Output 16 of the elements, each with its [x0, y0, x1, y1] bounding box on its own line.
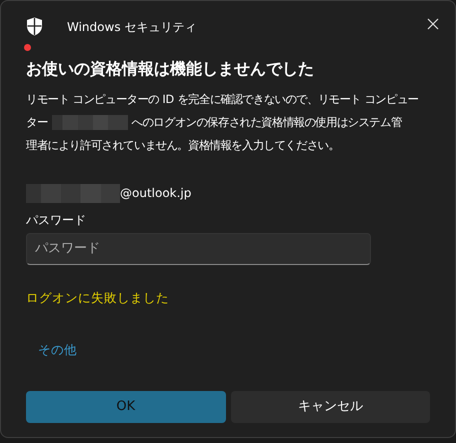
message-text: リモート コンピューターの ID を完全に確認できないので、リモート コンピュー	[26, 92, 418, 106]
error-message: ログオンに失敗しました	[26, 288, 170, 307]
window-title: Windows セキュリティ	[67, 18, 196, 36]
password-field[interactable]: パスワード	[26, 232, 371, 265]
ok-button[interactable]: OK	[26, 390, 226, 423]
message-text: ター	[26, 114, 48, 131]
dialog-heading: お使いの資格情報は機能しませんでした	[26, 59, 315, 80]
account-email: @outlook.jp	[120, 185, 192, 202]
cancel-button[interactable]: キャンセル	[230, 390, 430, 423]
password-label: パスワード	[26, 212, 87, 229]
message-text: へのログオンの保存された資格情報の使用はシステム管	[132, 114, 402, 131]
message-text: 理者により許可されていません。資格情報を入力してください。	[26, 138, 340, 152]
shield-icon	[26, 17, 43, 36]
close-icon	[427, 18, 439, 30]
more-link[interactable]: その他	[38, 340, 77, 360]
status-dot	[24, 44, 31, 51]
